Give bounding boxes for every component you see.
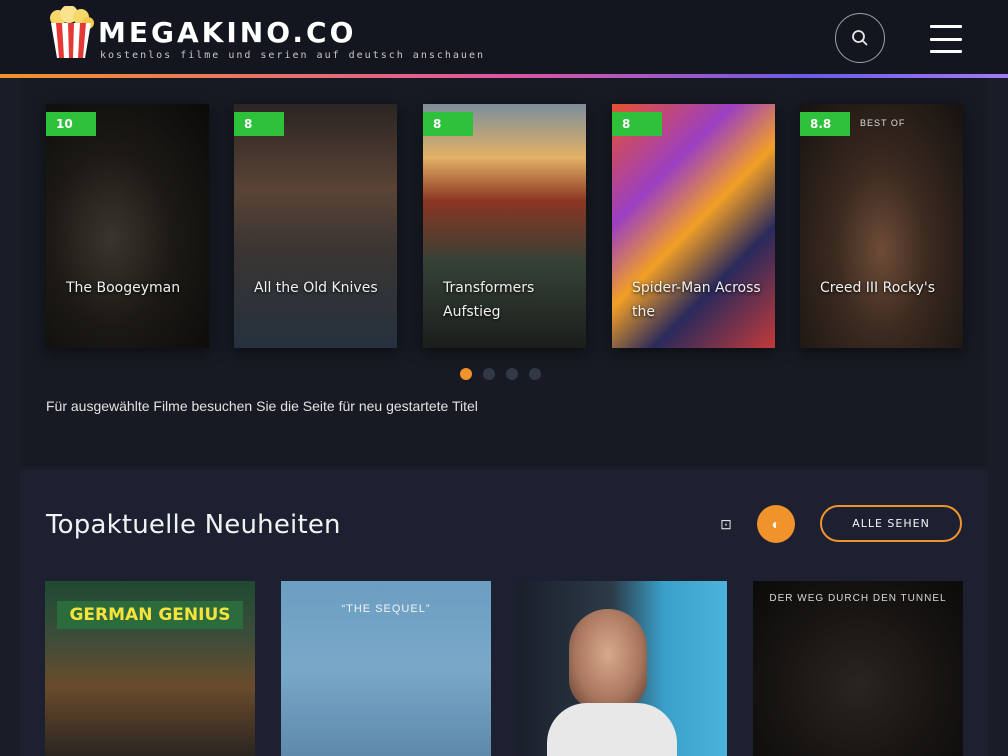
poster-card[interactable]: 8 Spider-Man Across the	[612, 104, 775, 348]
search-button[interactable]	[835, 13, 885, 63]
poster-title: Creed III Rocky's	[820, 280, 936, 296]
card-title: “THE SEQUEL”	[341, 603, 431, 615]
poster-card[interactable]: 8 Transformers Aufstieg	[423, 104, 586, 348]
popcorn-icon	[48, 5, 94, 60]
search-icon	[852, 30, 868, 46]
brand-name: MEGAKINO.CO	[98, 16, 357, 49]
poster-title: The Boogeyman	[66, 280, 181, 296]
movie-card[interactable]	[517, 581, 727, 756]
menu-button[interactable]	[926, 22, 966, 56]
carousel-dot[interactable]	[483, 368, 495, 380]
hero-carousel: 10 The Boogeyman 8 All the Old Knives 8 …	[20, 78, 988, 466]
movie-card[interactable]: “THE SEQUEL”	[281, 581, 491, 756]
poster-card[interactable]: 10 The Boogeyman	[46, 104, 209, 348]
hero-description: Für ausgewählte Filme besuchen Sie die S…	[46, 398, 478, 414]
portrait-figure	[547, 703, 677, 756]
poster-title: All the Old Knives	[254, 280, 378, 296]
portrait-figure	[569, 609, 647, 709]
hamburger-icon-bar	[930, 25, 962, 28]
poster-title: Spider-Man Across the	[632, 280, 761, 320]
poster-meta: BEST OF	[860, 118, 906, 128]
poster-title: Transformers Aufstieg	[443, 280, 535, 320]
site-header: MEGAKINO.CO kostenlos filme und serien a…	[0, 0, 1008, 76]
rating-badge: 10	[46, 112, 96, 136]
rating-badge: 8	[612, 112, 662, 136]
carousel-dot[interactable]	[506, 368, 518, 380]
view-all-button[interactable]: ALLE SEHEN	[820, 505, 962, 542]
hamburger-icon-bar	[930, 37, 962, 41]
card-title: GERMAN GENIUS	[57, 601, 243, 629]
carousel-dots	[460, 368, 541, 380]
carousel-dot[interactable]	[460, 368, 472, 380]
card-title: DER WEG DURCH DEN TUNNEL	[769, 593, 947, 604]
site-logo[interactable]: MEGAKINO.CO kostenlos filme und serien a…	[48, 5, 483, 61]
rating-badge: 8	[234, 112, 284, 136]
section-title: Topaktuelle Neuheiten	[46, 510, 341, 540]
poster-card[interactable]: 8 All the Old Knives	[234, 104, 397, 348]
rating-badge: 8	[423, 112, 473, 136]
brand-tagline: kostenlos filme und serien auf deutsch a…	[100, 50, 485, 61]
hamburger-icon-bar	[930, 50, 962, 53]
latest-section: Topaktuelle Neuheiten ⊡ ◐ ALLE SEHEN GER…	[20, 470, 988, 756]
carousel-dot[interactable]	[529, 368, 541, 380]
view-toggle-icon[interactable]: ⊡	[714, 512, 738, 536]
filter-toggle-icon[interactable]: ◐	[757, 505, 795, 543]
movie-card[interactable]: GERMAN GENIUS	[45, 581, 255, 756]
movie-card[interactable]: DER WEG DURCH DEN TUNNEL	[753, 581, 963, 756]
poster-card[interactable]: 8.8 BEST OF Creed III Rocky's	[800, 104, 963, 348]
rating-badge: 8.8	[800, 112, 850, 136]
